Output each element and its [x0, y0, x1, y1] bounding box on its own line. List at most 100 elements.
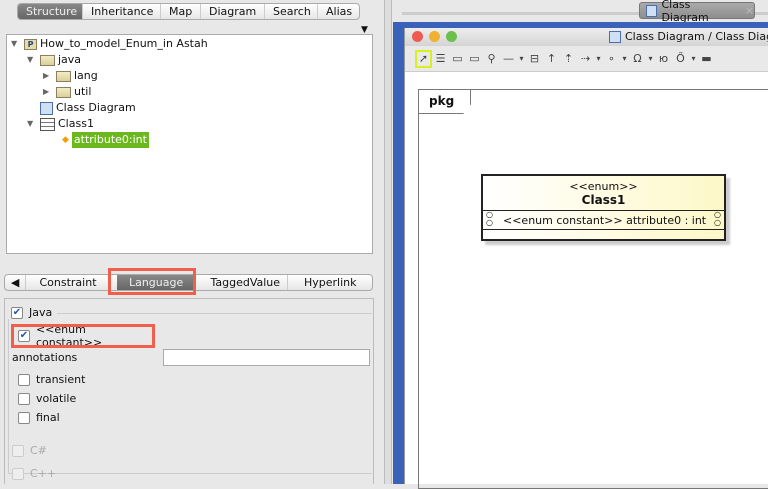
association-class-tool-icon[interactable]: ⊟ [526, 52, 543, 65]
class-diagram-icon [646, 4, 658, 17]
class-name: Class1 [581, 193, 626, 207]
volatile-label: volatile [36, 392, 77, 405]
tree-item-util[interactable]: ▶ util [43, 84, 91, 100]
cpp-checkbox[interactable]: C++ [12, 467, 56, 480]
resize-handle-icon[interactable]: ○ ○ [486, 211, 493, 227]
tab-class-diagram[interactable]: Class Diagram × [639, 0, 755, 24]
dependency-tool-icon[interactable]: ⇢ [577, 52, 594, 65]
structure-tree[interactable]: ▼ P How_to_model_Enum_in Astah ▼ java ▶ lang… [6, 34, 373, 254]
zoom-window-button[interactable] [446, 31, 457, 42]
tree-label: Class Diagram [56, 101, 136, 114]
expanded-icon[interactable]: ▼ [11, 36, 21, 52]
package-tool-icon[interactable]: ▭ [449, 52, 466, 65]
cpp-label: C++ [30, 467, 57, 480]
tree-item-class-diagram[interactable]: Class Diagram [40, 100, 136, 116]
folder-icon [56, 86, 71, 98]
minimize-window-button[interactable] [429, 31, 440, 42]
diagram-toolbar: ➚ ☰ ▭ ▭ ⚲ — ▾ ⊟ ↑ ⇡ ⇢ ▾ ∘ ▾ Ω ▾ ю Ő ▾ ▬ [405, 46, 768, 72]
tree-item-java[interactable]: ▼ java [27, 52, 81, 68]
volatile-checkbox[interactable]: volatile [18, 392, 76, 405]
provided-interface-tool-icon[interactable]: ю [655, 52, 672, 65]
collapsed-icon[interactable]: ▶ [43, 68, 53, 84]
class-tool-icon[interactable]: ☰ [432, 52, 449, 65]
tree-item-lang[interactable]: ▶ lang [43, 68, 98, 84]
expanded-icon[interactable]: ▼ [27, 52, 37, 68]
annotations-input[interactable] [163, 349, 370, 366]
tab-taggedvalue[interactable]: TaggedValue [202, 275, 289, 290]
control-tool-icon[interactable]: Ő [672, 52, 689, 65]
resize-handle-icon[interactable]: ○ ○ [714, 211, 721, 227]
diagram-window: Class Diagram / Class Diagram ➚ ☰ ▭ ▭ ⚲ … [404, 28, 768, 489]
attribute-compartment[interactable]: <<enum constant>> attribute0 : int ○ ○ ○ ○ [483, 210, 724, 230]
tab-alias[interactable]: Alias [318, 4, 359, 19]
close-window-button[interactable] [412, 31, 423, 42]
class-box[interactable]: <<enum>> Class1 <<enum constant>> attrib… [481, 174, 726, 241]
scroll-left-icon[interactable]: ◀ [5, 275, 27, 290]
transient-checkbox[interactable]: transient [18, 373, 85, 386]
tree-label: Class1 [58, 117, 94, 130]
top-tabs: Structure Inheritance Map Diagram Search… [17, 3, 360, 20]
tab-inheritance[interactable]: Inheritance [83, 4, 161, 19]
dropdown-icon[interactable]: ▾ [646, 54, 655, 63]
tab-map[interactable]: Map [161, 4, 201, 19]
tree-item-class1[interactable]: ▼ Class1 [27, 116, 94, 132]
checkbox-icon[interactable] [18, 392, 30, 405]
class-diagram-icon [40, 101, 53, 115]
tab-label: Class Diagram [661, 0, 709, 24]
project-icon: P [24, 38, 37, 50]
dropdown-icon[interactable]: ▾ [620, 54, 629, 63]
package-frame[interactable]: pkg [418, 89, 768, 489]
class-diagram-icon [609, 30, 621, 43]
collapsed-icon[interactable]: ▶ [43, 84, 53, 100]
window-titlebar: Class Diagram / Class Diagram [405, 28, 768, 46]
class-stereotype: <<enum>> [569, 180, 638, 193]
folder-icon [40, 54, 55, 66]
expanded-icon[interactable]: ▼ [27, 116, 37, 132]
subsystem-tool-icon[interactable]: ▭ [466, 52, 483, 65]
interface-tool-icon[interactable]: ∘ [603, 52, 620, 65]
tab-hyperlink[interactable]: Hyperlink [288, 275, 372, 290]
tree-label: lang [74, 69, 98, 82]
divider [57, 313, 372, 314]
note-tool-icon[interactable]: ▬ [698, 52, 715, 65]
required-interface-tool-icon[interactable]: Ω [629, 52, 646, 65]
tree-label: util [74, 85, 92, 98]
folder-icon [56, 70, 71, 82]
tree-label: How_to_model_Enum_in Astah [40, 37, 208, 50]
select-tool-icon[interactable]: ➚ [415, 49, 432, 68]
checkbox-icon[interactable] [12, 444, 24, 457]
class-icon [40, 117, 55, 131]
pin-tool-icon[interactable]: ⚲ [483, 52, 500, 65]
attribute-text: <<enum constant>> attribute0 : int [503, 214, 707, 227]
java-label: Java [29, 306, 53, 319]
dropdown-icon[interactable]: ▾ [689, 54, 698, 63]
java-checkbox[interactable]: ✔ Java [11, 306, 52, 319]
csharp-checkbox[interactable]: C# [12, 444, 47, 457]
attribute-icon: ◆ [62, 135, 69, 145]
checkbox-icon[interactable] [18, 411, 30, 424]
tree-label: attribute0:int [71, 132, 149, 148]
tab-search[interactable]: Search [265, 4, 318, 19]
realization-tool-icon[interactable]: ⇡ [560, 52, 577, 65]
tree-item-attribute[interactable]: ◆ attribute0:int [62, 132, 149, 148]
enum-constant-checkbox[interactable]: ✔ <<enum constant>> [11, 323, 155, 349]
frame-label: pkg [419, 90, 471, 114]
close-icon[interactable]: × [745, 4, 754, 17]
split-pane-divider[interactable] [384, 0, 392, 484]
tab-diagram[interactable]: Diagram [201, 4, 265, 19]
tree-label: java [58, 53, 82, 66]
dropdown-icon[interactable]: ▾ [517, 54, 526, 63]
checkbox-icon[interactable] [18, 373, 30, 386]
tab-constraint[interactable]: Constraint [26, 275, 111, 290]
language-panel: ✔ Java ✔ <<enum constant>> annotations tra… [4, 298, 374, 484]
generalization-tool-icon[interactable]: ↑ [543, 52, 560, 65]
tab-structure[interactable]: Structure [18, 4, 83, 19]
transient-label: transient [36, 373, 86, 386]
dropdown-icon[interactable]: ▾ [594, 54, 603, 63]
final-checkbox[interactable]: final [18, 411, 60, 424]
tree-item-project[interactable]: ▼ P How_to_model_Enum_in Astah [11, 36, 208, 52]
checkbox-checked-icon[interactable]: ✔ [11, 306, 23, 319]
checkbox-checked-icon[interactable]: ✔ [18, 330, 30, 342]
association-tool-icon[interactable]: — [500, 52, 517, 65]
checkbox-icon[interactable] [12, 467, 24, 480]
